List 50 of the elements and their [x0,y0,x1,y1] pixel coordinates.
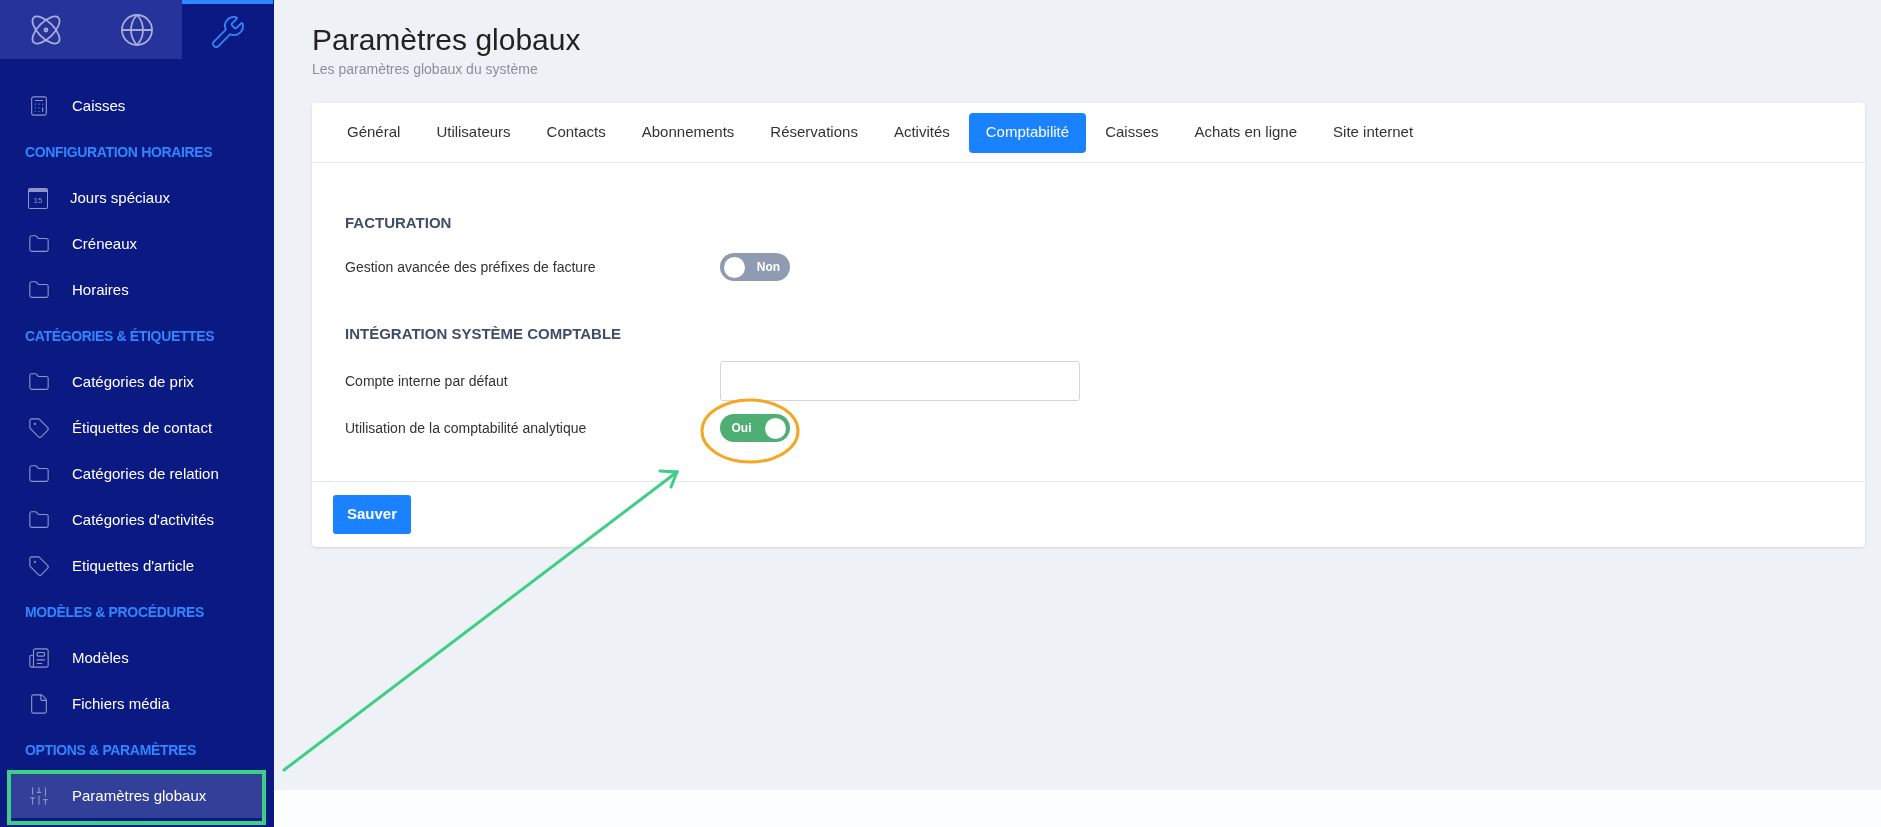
sidebar-item[interactable]: Catégories d'activités [8,498,266,542]
page-title: Paramètres globaux [312,22,582,58]
tab[interactable]: Contacts [529,112,623,153]
sidebar-item[interactable]: Horaires [8,268,266,312]
sidebar-item[interactable]: Étiquettes de contact [8,406,266,450]
page-subtitle: Les paramètres globaux du système [312,60,539,78]
save-button[interactable]: Sauver [333,495,412,534]
folder-icon [28,509,50,531]
file-icon [28,693,50,715]
tab[interactable]: Caisses [1088,112,1176,153]
wrench-icon [209,13,246,50]
section-title: FACTURATION [345,213,453,233]
folder-icon [28,233,50,255]
tab[interactable]: Réservations [753,112,875,153]
tab[interactable]: Utilisateurs [419,112,528,153]
field-label: Utilisation de la comptabilité analytique [345,418,588,438]
section-heading: CATÉGORIES & ÉTIQUETTES [25,326,215,346]
sidebar-item[interactable]: Catégories de prix [8,360,266,404]
section-heading: MODÈLES & PROCÉDURES [25,602,204,622]
tab[interactable]: Abonnements [624,112,752,153]
folder-icon [28,371,50,393]
sidebar-item[interactable]: Etiquettes d'article [8,544,266,588]
tab[interactable]: Général [330,112,418,153]
globe-icon [118,11,155,48]
section-title: INTÉGRATION SYSTÈME COMPTABLE [345,324,623,344]
document-icon [28,647,50,669]
sidebar-item[interactable]: Fichiers média [8,682,266,726]
field-label: Gestion avancée des préfixes de facture [345,257,597,277]
tab[interactable]: Activités [876,112,967,153]
calculator-icon [28,95,50,117]
sidebar-item[interactable]: Créneaux [8,222,266,266]
tag-icon [28,555,50,577]
section-heading: CONFIGURATION HORAIRES [25,142,213,162]
sidebar-item[interactable]: Modèles [8,636,266,680]
sidebar-item[interactable]: 15 Jours spéciaux [8,176,266,220]
tab[interactable]: Achats en ligne [1177,112,1315,153]
input-field[interactable] [720,361,1080,401]
tab[interactable]: Comptabilité [968,112,1087,153]
sidebar-item[interactable]: Catégories de relation [8,452,266,496]
module-tab[interactable] [91,0,182,59]
section-heading: OPTIONS & PARAMÈTRES [25,740,196,760]
folder-icon [28,279,50,301]
module-tab[interactable] [0,0,91,59]
tag-icon [28,417,50,439]
folder-icon [28,463,50,485]
field-label: Compte interne par défaut [345,371,509,391]
tab[interactable]: Site internet [1316,112,1431,153]
sliders-icon [28,785,50,807]
sidebar-item[interactable]: Caisses [8,84,266,128]
calendar-icon: 15 [28,187,48,209]
